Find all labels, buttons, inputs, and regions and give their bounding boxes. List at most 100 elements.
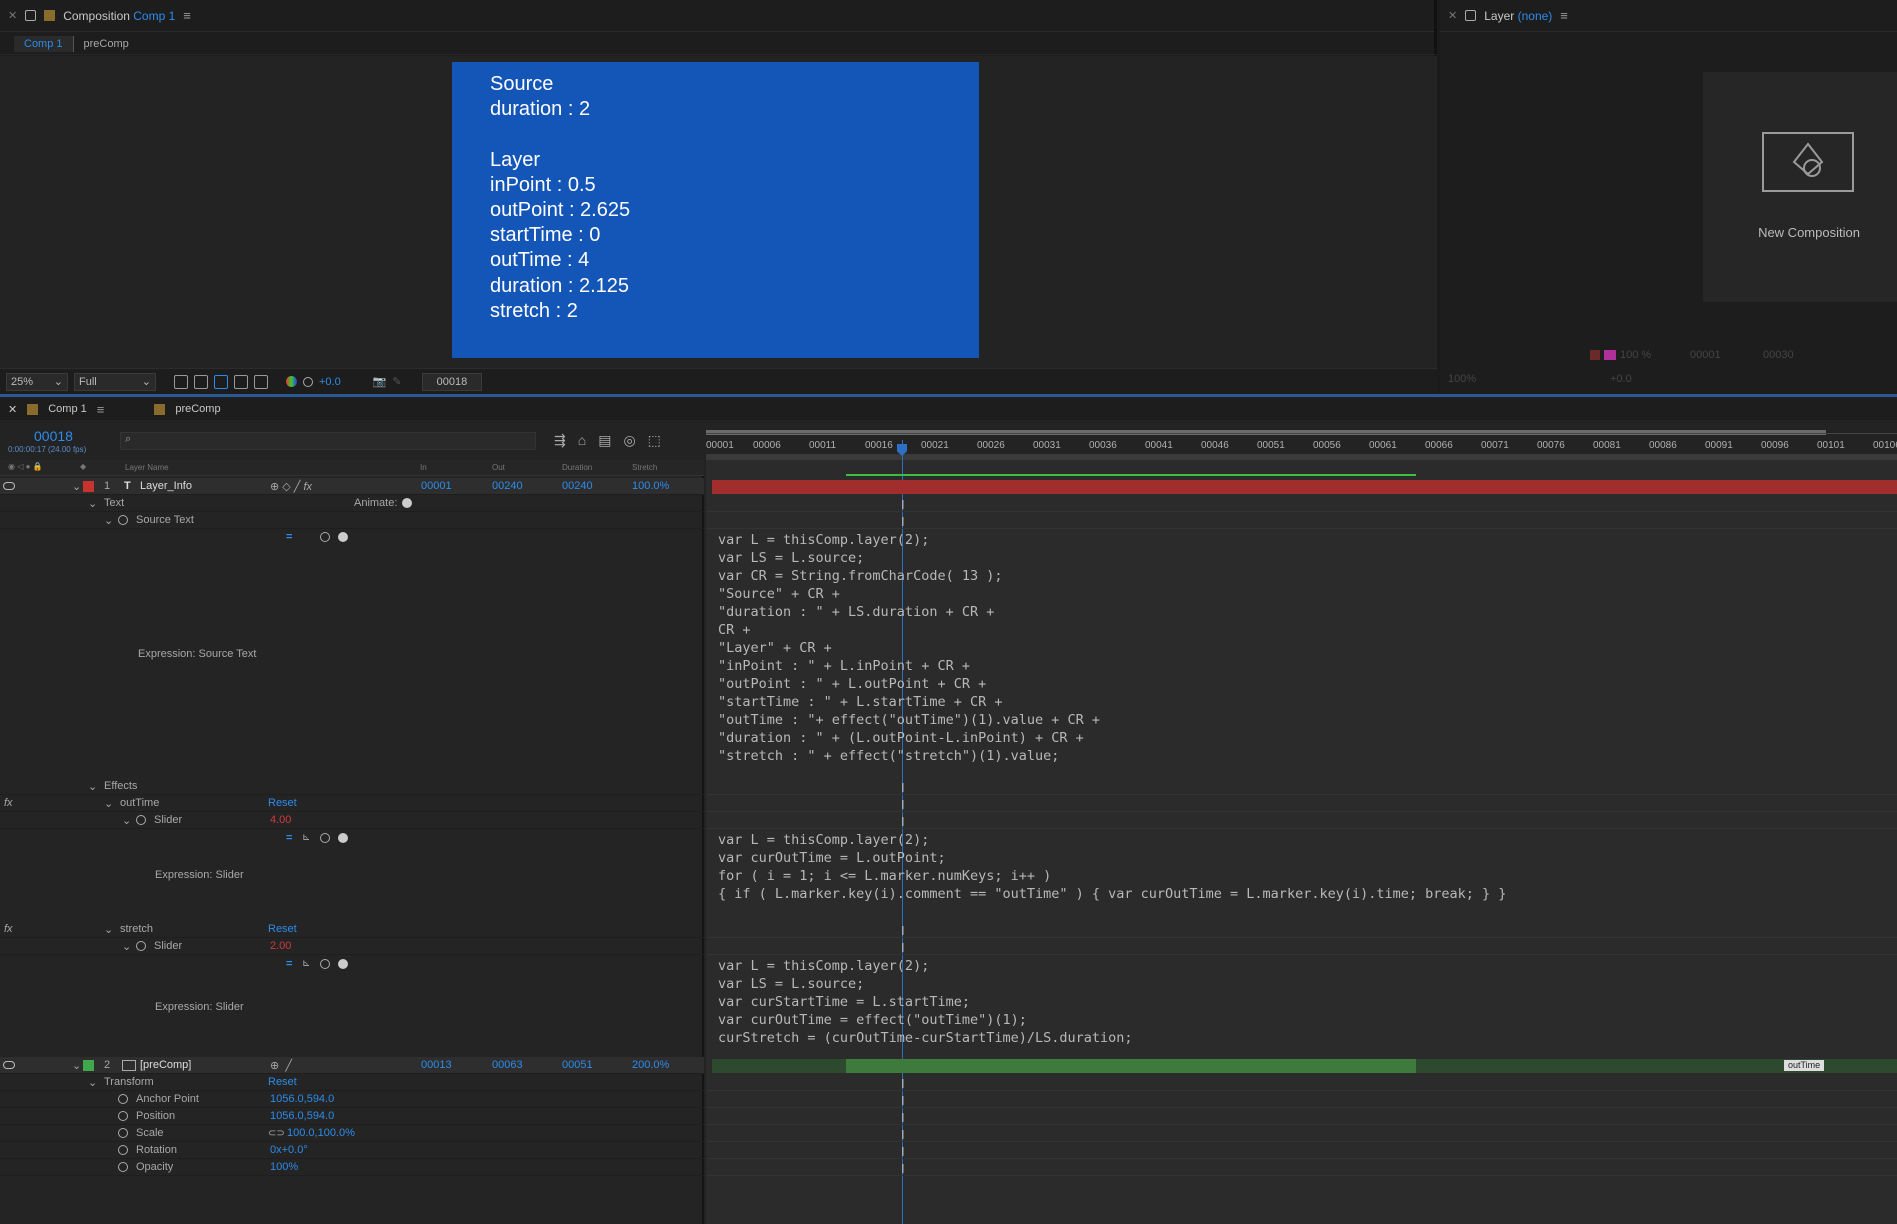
close-icon[interactable]: ✕ (8, 9, 17, 22)
expression-enable-icon[interactable]: = (286, 531, 292, 543)
expression-editor-source-text[interactable]: var L = thisComp.layer(2); var LS = L.so… (718, 531, 1100, 765)
expression-editor-stretch[interactable]: var L = thisComp.layer(2); var LS = L.so… (718, 957, 1133, 1047)
layer-out[interactable]: 00240 (492, 480, 523, 492)
composition-mini-flowchart-icon[interactable]: ⇶ (554, 432, 578, 448)
twirl-down-icon[interactable]: ⌄ (104, 514, 113, 527)
property-slider[interactable]: ⌄ Slider 4.00 (0, 812, 704, 829)
layer-duration[interactable]: 00051 (562, 1059, 593, 1071)
label-color-swatch[interactable] (83, 480, 94, 492)
layer-exposure[interactable]: +0.0 (1610, 373, 1632, 385)
column-duration[interactable]: Duration (562, 463, 592, 472)
zoom-dropdown[interactable]: 25% ⌄ (6, 372, 68, 391)
slider-value[interactable]: 2.00 (270, 940, 291, 952)
eye-icon[interactable] (3, 1061, 15, 1069)
layer-switches-icon[interactable]: ⊕ ◇ ╱ fx (270, 480, 312, 493)
grid-guides-icon[interactable] (234, 374, 248, 389)
color-management-icon[interactable] (286, 376, 297, 387)
reset-button[interactable]: Reset (268, 1076, 297, 1088)
expression-language-menu-icon[interactable] (338, 531, 348, 542)
tab-comp1[interactable]: Comp 1 (48, 403, 87, 415)
layer-bar-1[interactable] (712, 480, 1897, 494)
effect-outtime[interactable]: fx ⌄ outTime Reset (0, 795, 704, 812)
expression-language-menu-icon[interactable] (338, 958, 348, 969)
panel-menu-icon[interactable]: ≡ (97, 402, 105, 417)
lock-icon[interactable] (25, 10, 37, 21)
close-icon[interactable]: ✕ (1448, 9, 1457, 22)
graph-editor-icon[interactable]: ⬚ (648, 432, 673, 448)
graph-icon[interactable]: ⊾ (302, 958, 310, 969)
twirl-down-icon[interactable]: ⌄ (88, 780, 97, 793)
column-layer-name[interactable]: Layer Name (125, 463, 169, 472)
twirl-down-icon[interactable]: ⌄ (72, 480, 81, 493)
property-value[interactable]: 1056.0,594.0 (270, 1093, 334, 1105)
panel-menu-icon[interactable]: ≡ (1560, 8, 1568, 23)
twirl-down-icon[interactable]: ⌄ (88, 497, 97, 510)
layer-stretch[interactable]: 100.0% (632, 480, 669, 492)
stopwatch-icon[interactable] (118, 1128, 128, 1138)
transparency-grid-icon[interactable] (194, 374, 208, 389)
column-stretch[interactable]: Stretch (632, 463, 657, 472)
slider-value[interactable]: 4.00 (270, 814, 291, 826)
twirl-down-icon[interactable]: ⌄ (122, 814, 131, 827)
lock-icon[interactable] (1465, 10, 1477, 21)
panel-menu-icon[interactable]: ≡ (183, 8, 191, 23)
channel-icon[interactable] (254, 374, 268, 389)
reset-button[interactable]: Reset (268, 923, 297, 935)
stopwatch-icon[interactable] (136, 941, 146, 951)
eye-icon[interactable] (3, 482, 15, 490)
property-rotation[interactable]: Rotation 0x+0.0° (0, 1142, 704, 1159)
animate-add-icon[interactable] (402, 498, 412, 508)
breadcrumb-comp1[interactable]: Comp 1 (14, 35, 74, 52)
expression-language-menu-icon[interactable] (338, 832, 348, 843)
layer-in[interactable]: 00013 (421, 1059, 452, 1071)
property-anchor-point[interactable]: Anchor Point 1056.0,594.0 (0, 1091, 704, 1108)
layer-duration[interactable]: 00240 (562, 480, 593, 492)
region-of-interest-icon[interactable] (174, 374, 188, 389)
current-time[interactable]: 00018 (34, 428, 73, 444)
property-scale[interactable]: Scale ⊂⊃ 100.0,100.0% (0, 1125, 704, 1142)
resolution-dropdown[interactable]: Full ⌄ (74, 372, 156, 391)
time-ruler[interactable]: 00001 00006 00011 00016 00021 00026 0003… (706, 420, 1897, 460)
show-snapshot-icon[interactable]: ✎ (392, 375, 401, 388)
reset-exposure-icon[interactable] (303, 376, 313, 387)
stopwatch-icon[interactable] (136, 815, 146, 825)
draft-3d-icon[interactable]: ⌂ (578, 432, 598, 448)
layer-zoom[interactable]: 100% (1448, 373, 1476, 385)
stopwatch-icon[interactable] (118, 1145, 128, 1155)
column-in[interactable]: In (420, 463, 427, 472)
layer-stretch[interactable]: 200.0% (632, 1059, 669, 1071)
label-color-swatch[interactable] (83, 1059, 94, 1071)
twirl-down-icon[interactable]: ⌄ (88, 1076, 97, 1089)
expression-editor-outtime[interactable]: var L = thisComp.layer(2); var curOutTim… (718, 831, 1506, 903)
graph-icon[interactable]: ⊾ (302, 832, 310, 843)
layer-row-1[interactable]: ⌄ 1 T Layer_Info ⊕ ◇ ╱ fx 00001 00240 00… (0, 478, 704, 495)
property-value[interactable]: 100% (270, 1161, 298, 1173)
property-position[interactable]: Position 1056.0,594.0 (0, 1108, 704, 1125)
stopwatch-icon[interactable] (118, 515, 128, 525)
pick-whip-icon[interactable] (320, 531, 330, 542)
composition-tab[interactable]: Composition Comp 1 (63, 9, 175, 23)
column-out[interactable]: Out (492, 463, 505, 472)
property-value[interactable]: 100.0,100.0% (287, 1127, 355, 1139)
fx-icon[interactable]: fx (4, 797, 13, 809)
twirl-down-icon[interactable]: ⌄ (122, 940, 131, 953)
layer-switches-icon[interactable]: ⊕ ╱ (270, 1059, 292, 1072)
property-group-transform[interactable]: ⌄ Transform Reset (0, 1074, 704, 1091)
stopwatch-icon[interactable] (118, 1111, 128, 1121)
expression-enable-icon[interactable]: = (286, 958, 292, 970)
pick-whip-icon[interactable] (320, 832, 330, 843)
property-opacity[interactable]: Opacity 100% (0, 1159, 704, 1176)
search-input[interactable]: ⌕ (120, 432, 536, 450)
expression-enable-icon[interactable]: = (286, 832, 292, 844)
effect-stretch[interactable]: fx ⌄ stretch Reset (0, 921, 704, 938)
property-value[interactable]: 0x+0.0° (270, 1144, 308, 1156)
property-value[interactable]: 1056.0,594.0 (270, 1110, 334, 1122)
twirl-down-icon[interactable]: ⌄ (104, 797, 113, 810)
breadcrumb-precomp[interactable]: preComp (84, 38, 129, 50)
frame-blending-icon[interactable]: ◎ (623, 432, 647, 448)
property-slider[interactable]: ⌄ Slider 2.00 (0, 938, 704, 955)
twirl-down-icon[interactable]: ⌄ (72, 1059, 81, 1072)
layer-name[interactable]: Layer_Info (140, 480, 192, 492)
layer-marker[interactable]: outTime (1784, 1060, 1825, 1071)
fx-icon[interactable]: fx (4, 923, 13, 935)
